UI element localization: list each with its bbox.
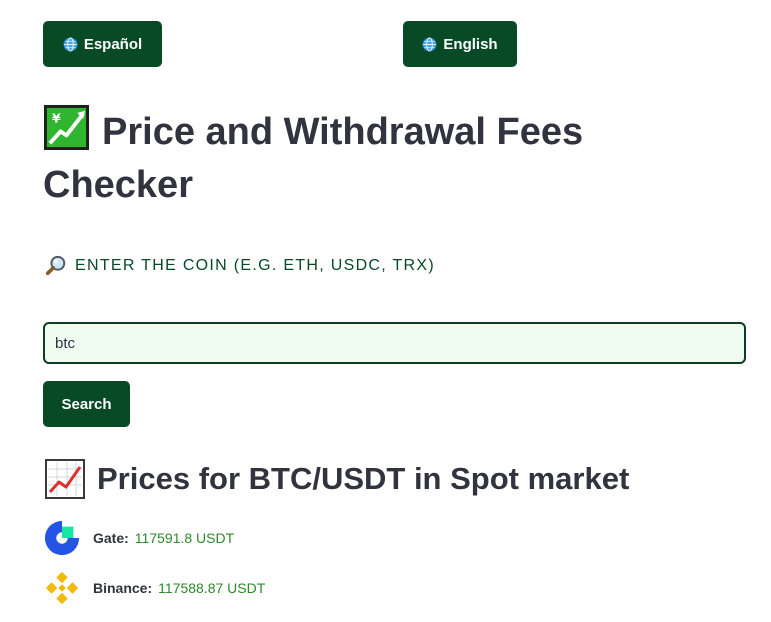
globe-icon: [422, 36, 437, 52]
coin-prompt-text: ENTER THE COIN (E.G. ETH, USDC, TRX): [75, 257, 436, 274]
exchange-name: Binance:: [93, 580, 153, 596]
app-page: Español English ¥ Price and Withdrawal F…: [0, 0, 771, 622]
chart-increasing-icon: [45, 459, 85, 499]
prices-heading-text: Prices for BTC/USDT in Spot market: [97, 461, 630, 496]
coin-search-input[interactable]: [43, 322, 746, 364]
gate-logo-icon: [44, 520, 80, 556]
spanish-button[interactable]: Español: [43, 21, 162, 67]
prices-heading: Prices for BTC/USDT in Spot market: [45, 459, 629, 499]
page-title: ¥ Price and Withdrawal Fees Checker: [43, 104, 743, 212]
page-title-text: Price and Withdrawal Fees Checker: [43, 111, 584, 206]
exchange-name: Gate:: [93, 530, 129, 546]
search-button[interactable]: Search: [43, 381, 130, 427]
english-button-label: English: [443, 35, 498, 53]
price-row-gate: Gate: 117591.8 USDT: [43, 519, 234, 557]
english-button[interactable]: English: [403, 21, 517, 67]
binance-logo-icon: [45, 571, 79, 605]
svg-text:¥: ¥: [52, 111, 61, 126]
chart-increasing-yen-icon: ¥: [43, 104, 90, 151]
coin-prompt: ENTER THE COIN (E.G. ETH, USDC, TRX): [45, 255, 435, 277]
exchange-price: 117588.87 USDT: [158, 580, 266, 596]
globe-icon: [63, 36, 78, 52]
spanish-button-label: Español: [83, 35, 143, 53]
magnifying-glass-icon: [45, 255, 66, 276]
price-row-binance: Binance: 117588.87 USDT: [43, 569, 265, 607]
exchange-price: 117591.8 USDT: [134, 530, 235, 546]
